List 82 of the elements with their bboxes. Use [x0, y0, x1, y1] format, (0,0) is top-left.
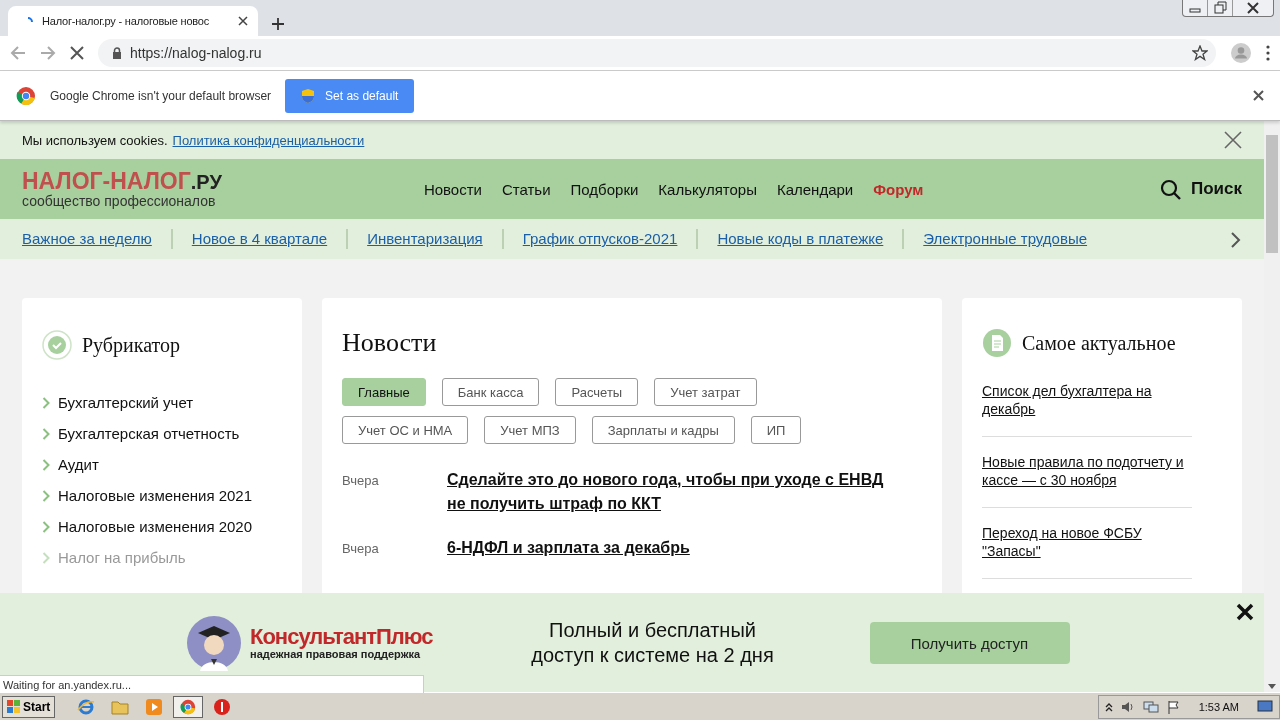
- mascot-drawing: [186, 615, 242, 671]
- check-circle-icon: [42, 330, 72, 360]
- card-title: Новости: [342, 328, 438, 358]
- filter-tab[interactable]: Учет МПЗ: [484, 416, 576, 444]
- flag-icon[interactable]: [1166, 699, 1181, 714]
- chevron-icon: [42, 458, 50, 471]
- topic-link[interactable]: Новое в 4 квартале: [170, 229, 347, 249]
- article-link[interactable]: Список дел бухгалтера на декабрь: [982, 382, 1192, 437]
- stop-icon: [213, 697, 232, 716]
- media-player-icon: [145, 697, 164, 716]
- document-icon: [982, 328, 1012, 358]
- category-link[interactable]: Бухгалтерский учет: [42, 394, 282, 411]
- topic-link[interactable]: Новые коды в платежке: [696, 229, 903, 249]
- loading-icon: [26, 17, 34, 25]
- new-tab-icon[interactable]: [272, 18, 284, 30]
- nav-link[interactable]: Новости: [423, 180, 482, 198]
- card-title: Рубрикатор: [82, 333, 180, 357]
- filter-tab[interactable]: Расчеты: [555, 378, 639, 406]
- tray-expand-icon[interactable]: [1104, 701, 1113, 712]
- topic-link[interactable]: Электронные трудовые: [902, 229, 1107, 249]
- chevron-icon: [42, 551, 50, 564]
- privacy-policy-link[interactable]: Политика конфиденциальности: [172, 132, 365, 148]
- nav-link[interactable]: Календари: [776, 180, 854, 198]
- folder-icon: [111, 698, 130, 715]
- profile-icon[interactable]: [1230, 42, 1252, 64]
- address-bar[interactable]: https://nalog-nalog.ru: [98, 39, 1216, 67]
- site-logo[interactable]: НАЛОГ-НАЛОГ.РУ сообщество профессионалов: [22, 170, 222, 208]
- search-icon: [1159, 178, 1181, 200]
- brand-logo: КонсультантПлюс надежная правовая поддержка: [250, 626, 433, 660]
- filter-tab[interactable]: Банк касса: [441, 378, 540, 406]
- clock[interactable]: 1:53 AM: [1198, 700, 1239, 713]
- cookie-notice: Мы используем cookies.: [22, 132, 168, 148]
- shield-icon: [301, 87, 316, 104]
- card-title: Самое актуальное: [1022, 331, 1176, 355]
- chrome-icon: [180, 698, 197, 715]
- news-date: Вчера: [342, 540, 380, 558]
- category-link[interactable]: Бухгалтерская отчетность: [42, 425, 282, 442]
- star-icon[interactable]: [1192, 45, 1208, 61]
- filter-tab[interactable]: Главные: [342, 378, 426, 406]
- stop-loading-icon[interactable]: [70, 46, 84, 60]
- speaker-icon[interactable]: [1120, 699, 1135, 714]
- topic-link[interactable]: График отпусков-2021: [501, 229, 697, 249]
- lock-icon: [112, 47, 122, 59]
- nav-link[interactable]: Статьи: [501, 180, 551, 198]
- topic-link[interactable]: Инвентаризация: [346, 229, 502, 249]
- chrome-logo-icon: [16, 85, 36, 106]
- windows-logo-icon: [7, 699, 21, 714]
- filter-tab[interactable]: Учет ОС и НМА: [342, 416, 469, 444]
- topic-link[interactable]: Важное за неделю: [22, 229, 171, 249]
- scrollbar-thumb[interactable]: [1266, 135, 1278, 253]
- filter-tab[interactable]: Учет затрат: [654, 378, 757, 406]
- start-button[interactable]: Start: [2, 695, 56, 718]
- promo-headline: Полный и бесплатный доступ к системе на 2 дня: [530, 618, 775, 668]
- search-button[interactable]: Поиск: [1159, 178, 1242, 200]
- category-link[interactable]: Налоговые изменения 2021: [42, 487, 282, 504]
- filter-tab[interactable]: Зарплаты и кадры: [591, 416, 735, 444]
- chevron-icon: [42, 489, 50, 502]
- news-link[interactable]: Сделайте это до нового года, чтобы при уходе с ЕНВД не получить штраф по ККТ: [447, 468, 902, 516]
- status-bubble: Waiting for an.yandex.ru...: [0, 675, 424, 693]
- get-access-button[interactable]: Получить доступ: [869, 622, 1070, 664]
- close-icon[interactable]: [1253, 90, 1264, 101]
- browser-tab[interactable]: Налог-налог.ру - налоговые новос: [8, 6, 258, 36]
- news-date: Вчера: [342, 472, 380, 490]
- category-link[interactable]: Аудит: [42, 456, 282, 473]
- news-link[interactable]: 6-НДФЛ и зарплата за декабрь: [447, 536, 902, 560]
- infobar-message: Google Chrome isn't your default browser: [50, 88, 272, 103]
- network-icon[interactable]: [1142, 699, 1159, 714]
- category-link[interactable]: Налоговые изменения 2020: [42, 518, 282, 535]
- article-link[interactable]: Новые правила по подотчету и кассе — с 30 ноября: [982, 437, 1192, 508]
- ie-icon: [77, 697, 96, 716]
- close-icon[interactable]: [1236, 603, 1254, 621]
- nav-link[interactable]: Подборки: [570, 180, 639, 198]
- show-desktop-icon[interactable]: [1257, 699, 1273, 714]
- chevron-icon: [42, 396, 50, 409]
- close-icon[interactable]: [238, 16, 248, 26]
- chevron-icon: [42, 520, 50, 533]
- taskbar-app[interactable]: [173, 695, 204, 718]
- chevron-icon: [42, 427, 50, 440]
- nav-link[interactable]: Калькуляторы: [658, 180, 757, 198]
- article-link[interactable]: Переход на новое ФСБУ "Запасы": [982, 508, 1192, 579]
- menu-icon[interactable]: [1266, 45, 1270, 61]
- filter-tab[interactable]: ИП: [750, 416, 802, 444]
